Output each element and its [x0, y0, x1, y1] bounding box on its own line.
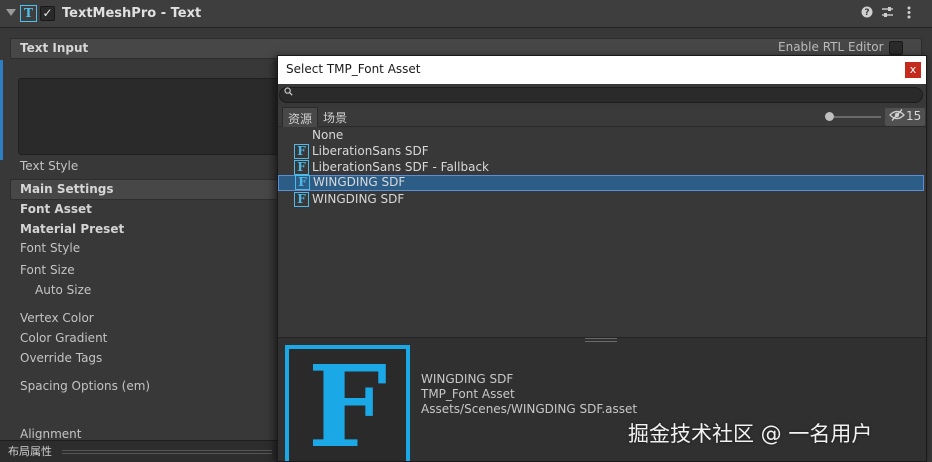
zoom-slider-thumb[interactable] — [825, 112, 834, 121]
font-asset-preview-icon: F — [285, 345, 410, 461]
override-tags-label: Override Tags — [20, 351, 103, 365]
auto-size-label: Auto Size — [35, 283, 92, 297]
component-header: T ✓ TextMeshPro - Text ? — [0, 0, 932, 28]
preview-asset-type: TMP_Font Asset — [421, 387, 515, 401]
list-item-label: None — [312, 128, 344, 142]
picker-tabbar: 资源 场景 15 — [278, 107, 926, 127]
presets-icon[interactable] — [879, 6, 895, 22]
foldout-arrow-icon[interactable] — [6, 9, 16, 16]
watermark: 掘金技术社区 @ 一名用户 — [628, 422, 873, 446]
spacing-options-label: Spacing Options (em) — [20, 379, 151, 393]
picker-title: Select TMP_Font Asset — [286, 62, 421, 76]
textmeshpro-icon: T — [20, 5, 37, 22]
enable-rtl-editor-checkbox[interactable] — [889, 41, 903, 55]
font-size-label: Font Size — [20, 263, 75, 277]
tab-assets[interactable]: 资源 — [282, 107, 319, 127]
color-gradient-label: Color Gradient — [20, 331, 108, 345]
search-input[interactable] — [279, 87, 923, 103]
enable-rtl-editor-label: Enable RTL Editor — [778, 40, 884, 54]
font-asset-icon: F — [294, 160, 309, 175]
svg-text:?: ? — [864, 8, 869, 18]
component-title: TextMeshPro - Text — [62, 6, 202, 21]
search-icon — [284, 87, 293, 99]
vertex-color-label: Vertex Color — [20, 311, 94, 325]
zoom-slider-track[interactable] — [829, 116, 881, 118]
font-style-label: Font Style — [20, 241, 81, 255]
resize-handle[interactable] — [62, 450, 272, 454]
select-font-asset-window: Select TMP_Font Asset x 资源 场景 15 None F … — [277, 55, 927, 462]
layout-properties-label: 布局属性 — [8, 445, 52, 458]
list-item-label: LiberationSans SDF - Fallback — [312, 160, 489, 174]
tab-scene[interactable]: 场景 — [318, 107, 352, 127]
component-enabled-checkbox[interactable]: ✓ — [40, 6, 55, 21]
preview-resize-handle[interactable] — [585, 338, 617, 342]
eye-slash-icon — [889, 108, 905, 125]
hidden-packages-toggle[interactable]: 15 — [885, 108, 925, 126]
material-preset-label: Material Preset — [20, 222, 125, 236]
more-menu-icon[interactable] — [901, 6, 917, 22]
preview-asset-path: Assets/Scenes/WINGDING SDF.asset — [421, 402, 638, 416]
help-icon[interactable]: ? — [859, 6, 875, 22]
list-item-none[interactable]: None — [278, 128, 924, 144]
alignment-label: Alignment — [20, 427, 82, 441]
selection-accent-bar — [0, 60, 3, 160]
text-input-area[interactable] — [18, 78, 288, 155]
close-button[interactable]: x — [905, 62, 921, 78]
list-item[interactable]: F LiberationSans SDF - Fallback — [278, 160, 924, 176]
main-settings-section-title: Main Settings — [20, 182, 114, 196]
hidden-count: 15 — [906, 109, 922, 123]
font-asset-icon: F — [295, 175, 310, 190]
list-item-selected[interactable]: F WINGDING SDF — [278, 175, 924, 191]
layout-properties-bar[interactable]: 布局属性 — [0, 440, 280, 462]
picker-titlebar[interactable]: Select TMP_Font Asset x — [278, 56, 926, 84]
asset-list: None F LiberationSans SDF F LiberationSa… — [278, 128, 926, 338]
list-item-label: WINGDING SDF — [312, 192, 405, 206]
font-asset-icon: F — [294, 144, 309, 159]
text-style-label: Text Style — [20, 159, 79, 173]
list-item-label: LiberationSans SDF — [312, 144, 429, 158]
list-item-label: WINGDING SDF — [313, 175, 406, 189]
font-asset-icon: F — [294, 192, 309, 207]
text-input-section-title: Text Input — [20, 41, 89, 55]
list-item[interactable]: F LiberationSans SDF — [278, 144, 924, 160]
font-asset-label: Font Asset — [20, 202, 92, 216]
list-item[interactable]: F WINGDING SDF — [278, 192, 924, 208]
preview-asset-name: WINGDING SDF — [421, 372, 514, 386]
